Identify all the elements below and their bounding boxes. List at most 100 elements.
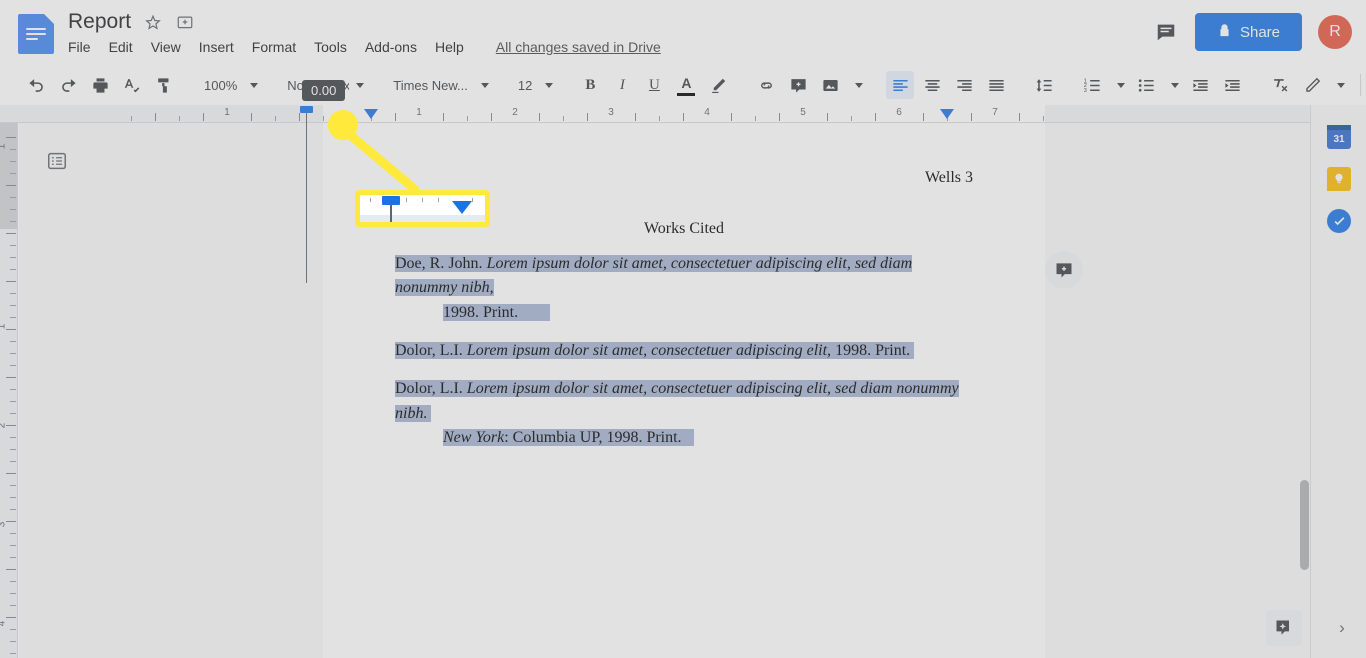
spellcheck-icon[interactable] xyxy=(118,71,146,99)
ruler-tick xyxy=(971,113,972,121)
undo-icon[interactable] xyxy=(22,71,50,99)
vertical-ruler-tick xyxy=(10,353,16,354)
google-keep-icon[interactable] xyxy=(1327,167,1351,191)
vertical-ruler-tick xyxy=(6,521,16,522)
text-color-button[interactable]: A xyxy=(672,71,700,99)
ruler-tick xyxy=(1043,116,1044,121)
share-button[interactable]: Share xyxy=(1194,13,1302,51)
comment-history-icon[interactable] xyxy=(1153,19,1179,45)
google-docs-logo-icon xyxy=(18,14,54,54)
chevron-right-icon[interactable]: › xyxy=(1330,616,1354,640)
menu-tools[interactable]: Tools xyxy=(314,39,347,55)
first-line-indent-marker[interactable] xyxy=(300,106,313,113)
citation-2-line1-italic: Lorem ipsum dolor sit amet, consectetuer… xyxy=(466,341,832,359)
edit-mode-button[interactable] xyxy=(1298,71,1352,99)
zoom-level-select[interactable]: 100% xyxy=(198,71,265,99)
add-comment-icon[interactable] xyxy=(784,71,812,99)
vertical-ruler-tick xyxy=(10,413,16,414)
italic-button[interactable]: I xyxy=(608,71,636,99)
horizontal-ruler[interactable]: 1 1 2 3 4 5 6 7 xyxy=(0,105,1366,123)
citation-entry-1[interactable]: Doe, R. John. Lorem ipsum dolor sit amet… xyxy=(395,252,973,325)
citation-3-line2-tail: : Columbia UP, 1998. Print. xyxy=(504,428,682,446)
vertical-ruler-tick xyxy=(10,533,16,534)
menu-insert[interactable]: Insert xyxy=(199,39,234,55)
menu-bar: File Edit View Insert Format Tools Add-o… xyxy=(68,39,661,55)
right-indent-marker[interactable] xyxy=(940,109,954,119)
google-tasks-icon[interactable] xyxy=(1327,209,1351,233)
citation-entry-3[interactable]: Dolor, L.I. Lorem ipsum dolor sit amet, … xyxy=(395,377,973,450)
vertical-ruler-number: 3 xyxy=(0,522,8,528)
increase-indent-icon[interactable] xyxy=(1218,71,1246,99)
redo-icon[interactable] xyxy=(54,71,82,99)
font-size-value: 12 xyxy=(517,77,533,93)
vertical-ruler-tick xyxy=(10,545,16,546)
vertical-ruler-tick xyxy=(6,281,16,282)
decrease-indent-icon[interactable] xyxy=(1186,71,1214,99)
page-content: Wells 3 Works Cited Doe, R. John. Lorem … xyxy=(323,123,1045,450)
vertical-ruler-tick xyxy=(10,581,16,582)
google-docs-window: Report File Edit View Insert Format Tool… xyxy=(0,0,1366,658)
explore-star-icon[interactable] xyxy=(1266,610,1302,646)
vertical-ruler-tick xyxy=(10,605,16,606)
star-icon[interactable] xyxy=(143,12,163,32)
menu-help[interactable]: Help xyxy=(435,39,464,55)
ruler-tick xyxy=(443,113,444,121)
floating-add-comment-button[interactable] xyxy=(1045,251,1083,289)
line-spacing-icon[interactable] xyxy=(1030,71,1058,99)
menu-addons[interactable]: Add-ons xyxy=(365,39,417,55)
insert-image-button[interactable] xyxy=(816,71,870,99)
title-row: Report xyxy=(68,10,195,34)
insert-link-icon[interactable] xyxy=(752,71,780,99)
numbered-list-button[interactable]: 123 xyxy=(1078,71,1132,99)
vertical-ruler[interactable]: 11234 xyxy=(0,123,18,658)
vertical-ruler-tick xyxy=(10,257,16,258)
highlight-pen-icon[interactable] xyxy=(704,71,732,99)
vertical-ruler-tick xyxy=(6,569,16,570)
align-left-icon[interactable] xyxy=(886,71,915,99)
bulleted-list-icon xyxy=(1132,71,1160,99)
menu-file[interactable]: File xyxy=(68,39,91,55)
move-to-folder-icon[interactable] xyxy=(175,12,195,32)
ruler-ticks: 1 1 2 3 4 5 6 7 xyxy=(0,105,1366,122)
paint-format-icon[interactable] xyxy=(150,71,178,99)
lock-icon xyxy=(1217,23,1232,42)
formatting-toolbar: 100% Normal text Times New... 12 B I U xyxy=(0,65,1366,105)
left-indent-marker[interactable] xyxy=(364,109,378,119)
citation-1-line2: 1998. Print. xyxy=(443,303,519,321)
citation-entry-2[interactable]: Dolor, L.I. Lorem ipsum dolor sit amet, … xyxy=(395,339,973,363)
google-calendar-icon[interactable]: 31 xyxy=(1327,125,1351,149)
document-title[interactable]: Report xyxy=(68,10,131,34)
menu-view[interactable]: View xyxy=(151,39,181,55)
user-avatar[interactable]: R xyxy=(1318,15,1352,49)
document-page[interactable]: Wells 3 Works Cited Doe, R. John. Lorem … xyxy=(323,123,1083,658)
bold-button[interactable]: B xyxy=(576,71,604,99)
share-button-label: Share xyxy=(1239,23,1280,41)
vertical-ruler-tick xyxy=(10,269,16,270)
side-apps-rail: 31 › xyxy=(1310,105,1366,658)
bulleted-list-button[interactable] xyxy=(1132,71,1186,99)
vertical-ruler-tick xyxy=(10,389,16,390)
font-size-select[interactable]: 12 xyxy=(512,71,560,99)
vertical-scrollbar-thumb[interactable] xyxy=(1300,480,1309,570)
ruler-number: 3 xyxy=(608,107,614,118)
ruler-tick xyxy=(851,116,852,121)
text-color-label: A xyxy=(681,75,692,91)
align-justify-icon[interactable] xyxy=(982,71,1010,99)
underline-button[interactable]: U xyxy=(640,71,668,99)
clear-formatting-icon[interactable] xyxy=(1266,71,1294,99)
align-right-icon[interactable] xyxy=(950,71,978,99)
ruler-number: 2 xyxy=(512,107,518,118)
align-center-icon[interactable] xyxy=(918,71,946,99)
insert-image-icon xyxy=(816,71,844,99)
font-family-select[interactable]: Times New... xyxy=(387,71,496,99)
document-outline-icon[interactable] xyxy=(43,147,71,175)
vertical-ruler-tick xyxy=(10,149,16,150)
ruler-tick xyxy=(347,113,348,121)
ruler-number: 4 xyxy=(704,107,710,118)
print-icon[interactable] xyxy=(86,71,114,99)
save-status[interactable]: All changes saved in Drive xyxy=(496,39,661,55)
ruler-tick xyxy=(155,113,156,121)
page-header-text: Wells 3 xyxy=(924,169,973,186)
menu-format[interactable]: Format xyxy=(252,39,296,55)
menu-edit[interactable]: Edit xyxy=(109,39,133,55)
